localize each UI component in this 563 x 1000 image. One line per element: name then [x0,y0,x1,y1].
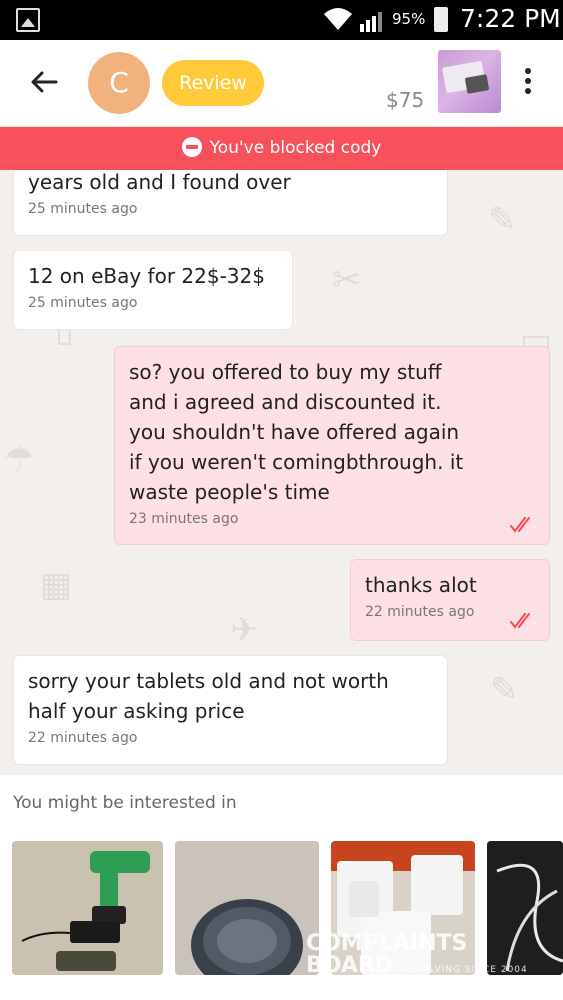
message-time: 23 minutes ago [129,511,239,527]
item-price: $75 [386,88,425,112]
back-arrow-icon[interactable] [26,64,62,100]
message-text: years old and I found over [28,170,291,194]
avatar[interactable]: C [88,52,150,114]
clock: 7:22 PM [460,4,561,33]
decorative-icon: ✈ [230,610,259,650]
message-time: 22 minutes ago [28,730,138,746]
message-text: thanks alot [365,573,477,597]
gallery-icon [16,8,40,32]
item-thumbnail[interactable] [438,50,501,113]
more-options-icon[interactable] [516,64,540,100]
decorative-icon: ☂ [4,440,35,480]
recommendation-card[interactable] [12,841,163,975]
battery-icon [434,7,448,32]
drill-image [12,841,163,975]
message-bubble: sorry your tablets old and not worth hal… [13,655,448,765]
read-receipt-icon [509,516,531,533]
signal-icon [360,12,382,32]
decorative-icon: ✂ [332,260,361,300]
message-bubble: so? you offered to buy my stuff and i ag… [114,346,550,545]
chat-area[interactable]: ✎ ✂ ▭ ▯ ☂ ▦ ✈ ✎ years old and I found ov… [0,170,563,775]
wifi-icon [324,8,352,30]
battery-percent: 95% [392,10,426,28]
message-bubble: thanks alot 22 minutes ago [350,559,550,641]
decorative-icon: ✎ [490,670,519,710]
review-button[interactable]: Review [162,60,264,106]
recommendations-panel: You might be interested in COMPLAINTS BO… [0,775,563,1000]
watermark-line1: COMPLAINTS [306,931,468,956]
message-bubble: years old and I found over 25 minutes ag… [13,170,448,236]
decorative-icon: ▦ [40,565,73,605]
complaintsboard-watermark: COMPLAINTS BOARD RESOLVING SINCE 2004 [306,933,528,981]
recommendation-card[interactable] [175,841,319,975]
status-bar: 95% 7:22 PM [0,0,563,40]
message-text: so? you offered to buy my stuff and i ag… [129,360,464,504]
block-icon [181,137,202,157]
message-text: 12 on eBay for 22$-32$ [28,264,265,288]
wireless-charger-image [175,841,319,975]
message-bubble: 12 on eBay for 22$-32$ 25 minutes ago [13,250,293,330]
blocked-banner: You've blocked cody [0,127,563,170]
decorative-icon: ✎ [488,200,517,240]
watermark-line2: BOARD RESOLVING SINCE 2004 [306,953,528,978]
read-receipt-icon [509,612,531,629]
message-text: sorry your tablets old and not worth hal… [28,669,389,723]
blocked-banner-text: You've blocked cody [209,138,382,158]
message-time: 25 minutes ago [28,201,138,217]
chat-header: C Review $75 [0,40,563,127]
message-time: 25 minutes ago [28,295,138,311]
recommendations-title: You might be interested in [13,793,237,813]
